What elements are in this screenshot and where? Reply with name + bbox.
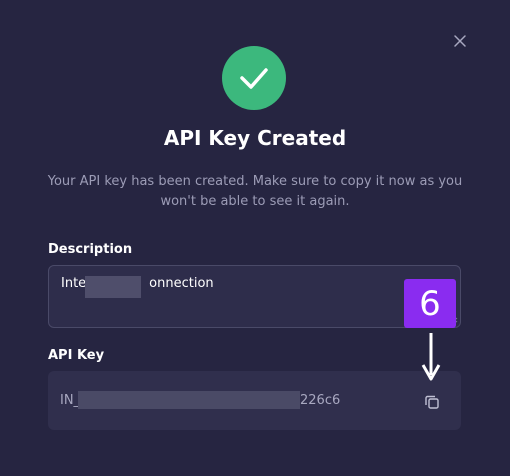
api-key-field: IN_ 226c6	[48, 371, 461, 430]
success-indicator	[222, 46, 286, 110]
dialog-title: API Key Created	[163, 126, 347, 150]
annotation-badge: 6	[404, 279, 456, 328]
redaction-mask	[78, 391, 300, 409]
dialog-subtitle: Your API key has been created. Make sure…	[47, 174, 463, 209]
redaction-mask	[85, 276, 141, 298]
description-field[interactable]: Inte onnection	[48, 265, 461, 328]
description-value-start: Inte	[61, 276, 87, 291]
close-icon[interactable]	[452, 33, 468, 49]
description-label: Description	[48, 242, 133, 257]
api-key-value-end: 226c6	[300, 393, 341, 408]
description-value-end: onnection	[149, 276, 214, 291]
api-key-created-dialog: API Key Created Your API key has been cr…	[0, 0, 510, 476]
api-key-label: API Key	[48, 348, 105, 363]
copy-button[interactable]	[423, 393, 441, 411]
checkmark-icon	[240, 68, 268, 89]
close-button[interactable]	[452, 33, 468, 49]
annotation-arrow-icon	[421, 333, 441, 381]
copy-icon[interactable]	[423, 393, 441, 411]
